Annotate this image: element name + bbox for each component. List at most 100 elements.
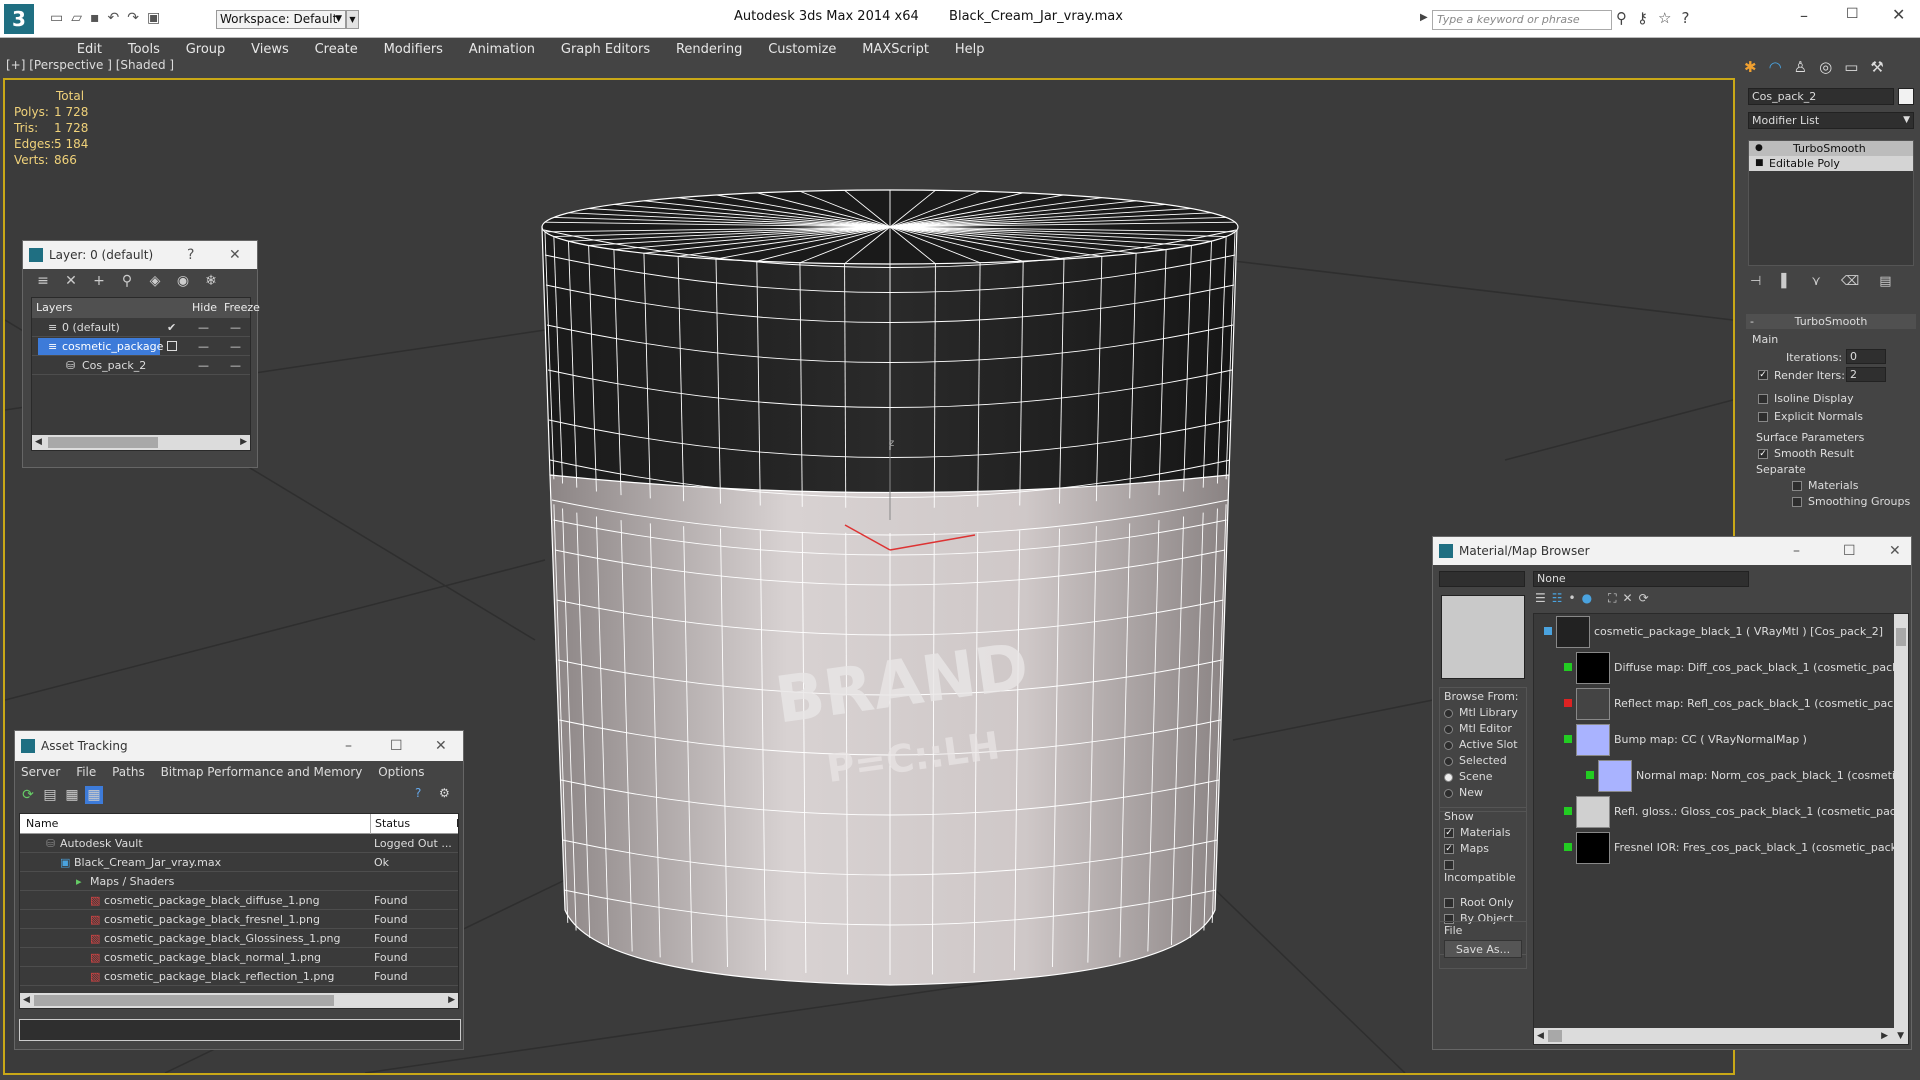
delete-icon[interactable]: ✕ <box>1623 591 1639 605</box>
col-layers[interactable]: Layers <box>36 301 72 314</box>
object-color-swatch[interactable] <box>1898 88 1914 105</box>
asset-row[interactable]: ▧ cosmetic_package_black_diffuse_1.png Fou… <box>20 891 458 910</box>
separate-materials-checkbox[interactable] <box>1792 481 1802 491</box>
iterations-spinner[interactable]: 0 <box>1846 349 1886 364</box>
close-button[interactable]: ✕ <box>1892 5 1905 24</box>
menu-graph-editors[interactable]: Graph Editors <box>550 38 661 62</box>
asset-close-button[interactable]: ✕ <box>435 731 447 761</box>
stack-item-turbosmooth[interactable]: ● TurboSmooth <box>1749 141 1913 156</box>
layer-close-button[interactable]: ✕ <box>229 241 241 269</box>
menu-customize[interactable]: Customize <box>757 38 847 62</box>
mat-search-input[interactable]: None <box>1533 571 1749 587</box>
asset-row[interactable]: ▧ cosmetic_package_black_Glossiness_1.png… <box>20 929 458 948</box>
render-iters-spinner[interactable]: 2 <box>1846 367 1886 382</box>
workspace-menu-button[interactable]: ▼ <box>346 10 359 29</box>
highlight-layer-icon[interactable]: ◈ <box>146 272 164 290</box>
material-item[interactable]: Bump map: CC ( VRayNormalMap ) <box>1534 722 1908 758</box>
table-view-icon[interactable]: ▦ <box>85 786 103 804</box>
menu-modifiers[interactable]: Modifiers <box>373 38 454 62</box>
refresh-icon[interactable]: ⟳ <box>19 786 37 804</box>
view-options-icon[interactable]: ⛶ <box>1608 591 1622 605</box>
new-file-icon[interactable]: ▭ <box>50 10 71 26</box>
mat-vscrollbar[interactable] <box>1894 614 1908 1030</box>
modifier-list-dropdown[interactable]: Modifier List ▼ <box>1748 112 1914 129</box>
asset-minimize-button[interactable]: – <box>345 731 352 761</box>
mat-left-search[interactable] <box>1439 571 1525 587</box>
asset-row[interactable]: ▧ cosmetic_package_black_normal_1.png Foun… <box>20 948 458 967</box>
display-tab-icon[interactable]: ▭ <box>1844 58 1870 76</box>
mat-scroll-thumb[interactable] <box>1896 628 1906 646</box>
browse-radio-2[interactable] <box>1444 740 1453 750</box>
col-extra[interactable]: P <box>456 814 458 834</box>
col-name[interactable]: Name <box>26 817 58 830</box>
layer-row-cosmetic[interactable]: ≡ cosmetic_package — — <box>32 337 250 356</box>
modify-tab-icon[interactable]: ◠ <box>1769 58 1794 76</box>
browse-radio-4[interactable] <box>1444 772 1453 782</box>
material-item[interactable]: Normal map: Norm_cos_pack_black_1 (cosme… <box>1534 758 1908 794</box>
remove-modifier-icon[interactable]: ⌫ <box>1841 274 1879 289</box>
menu-animation[interactable]: Animation <box>458 38 546 62</box>
lightbulb-icon[interactable]: ● <box>1755 141 1763 156</box>
layer-row-default[interactable]: ≡ 0 (default) ✔ — — <box>32 318 250 337</box>
menu-create[interactable]: Create <box>304 38 369 62</box>
render-iters-checkbox[interactable]: ✓ <box>1758 370 1768 380</box>
material-item[interactable]: cosmetic_package_black_1 ( VRayMtl ) [Co… <box>1534 614 1908 650</box>
explicit-normals-checkbox[interactable] <box>1758 412 1768 422</box>
rollout-header[interactable]: - TurboSmooth <box>1746 314 1916 329</box>
tree-icon[interactable]: ☷ <box>1552 591 1569 605</box>
utilities-tab-icon[interactable]: ⚒ <box>1870 58 1895 76</box>
material-browser-titlebar[interactable]: Material/Map Browser – ☐ ✕ <box>1433 537 1911 565</box>
freeze-toggle[interactable]: — <box>230 356 241 374</box>
hide-toggle[interactable]: — <box>198 318 209 336</box>
dot-icon[interactable]: • <box>1569 591 1582 605</box>
freeze-toggle[interactable]: — <box>230 337 241 355</box>
asset-settings-icon[interactable]: ⚙ <box>439 786 450 800</box>
asset-row[interactable]: ⛁ Autodesk Vault Logged Out ... <box>20 834 458 853</box>
asset-hscrollbar[interactable]: ◀ ▶ <box>20 993 458 1008</box>
hierarchy-tab-icon[interactable]: ♙ <box>1794 58 1819 76</box>
asset-menu-bitmap[interactable]: Bitmap Performance and Memory <box>161 765 363 779</box>
asset-row[interactable]: ▧ cosmetic_package_black_fresnel_1.png Fou… <box>20 910 458 929</box>
maximize-button[interactable]: ☐ <box>1846 6 1859 22</box>
pin-stack-icon[interactable]: ⊣ <box>1750 274 1781 289</box>
help-icon[interactable]: ? <box>1681 9 1699 27</box>
browse-radio-5[interactable] <box>1444 788 1453 798</box>
show-incompatible-checkbox[interactable] <box>1444 860 1454 870</box>
root-only-checkbox[interactable] <box>1444 898 1454 908</box>
select-in-layer-icon[interactable]: ⚲ <box>118 272 136 290</box>
stack-item-editable-poly[interactable]: ■ Editable Poly <box>1749 156 1913 171</box>
layer-hscrollbar[interactable]: ◀ ▶ <box>32 435 250 450</box>
browse-radio-0[interactable] <box>1444 708 1453 718</box>
asset-tracking-titlebar[interactable]: Asset Tracking – ☐ ✕ <box>15 731 463 761</box>
asset-menu-server[interactable]: Server <box>21 765 60 779</box>
save-icon[interactable]: ▪ <box>90 10 108 26</box>
hide-toggle[interactable]: — <box>198 337 209 355</box>
mat-hscroll-thumb[interactable] <box>1548 1030 1562 1042</box>
undo-icon[interactable]: ↶ <box>108 10 128 26</box>
material-item[interactable]: Diffuse map: Diff_cos_pack_black_1 (cosm… <box>1534 650 1908 686</box>
set-current-box[interactable] <box>167 341 177 351</box>
search-input[interactable]: Type a keyword or phrase <box>1432 10 1612 30</box>
freeze-toggle[interactable]: — <box>230 318 241 336</box>
isoline-display-checkbox[interactable] <box>1758 394 1768 404</box>
mat-hscrollbar[interactable]: ◀ ▶ ▼ <box>1534 1028 1908 1044</box>
menu-rendering[interactable]: Rendering <box>665 38 753 62</box>
asset-menu-options[interactable]: Options <box>378 765 424 779</box>
workspace-dropdown[interactable]: Workspace: Default ▼ <box>216 10 346 29</box>
create-tab-icon[interactable]: ✱ <box>1744 58 1769 76</box>
browse-radio-3[interactable] <box>1444 756 1453 766</box>
col-hide[interactable]: Hide <box>192 298 217 318</box>
hide-toggle[interactable]: — <box>198 356 209 374</box>
show-maps-checkbox[interactable]: ✓ <box>1444 844 1454 854</box>
minimize-button[interactable]: – <box>1800 6 1808 25</box>
asset-row[interactable]: ▣ Black_Cream_Jar_vray.max Ok <box>20 853 458 872</box>
binoculars-icon[interactable]: ⚲ <box>1616 9 1637 27</box>
redo-icon[interactable]: ↷ <box>127 10 147 26</box>
configure-sets-icon[interactable]: ▤ <box>1879 274 1911 289</box>
delete-layer-icon[interactable]: ✕ <box>62 272 80 290</box>
asset-help-icon[interactable]: ? <box>415 786 421 800</box>
layer-scroll-thumb[interactable] <box>48 437 158 448</box>
app-logo[interactable]: 3 <box>4 4 34 34</box>
freeze-all-layers-icon[interactable]: ❄ <box>202 272 220 290</box>
search-arrow-icon[interactable]: ▶ <box>1420 12 1428 23</box>
